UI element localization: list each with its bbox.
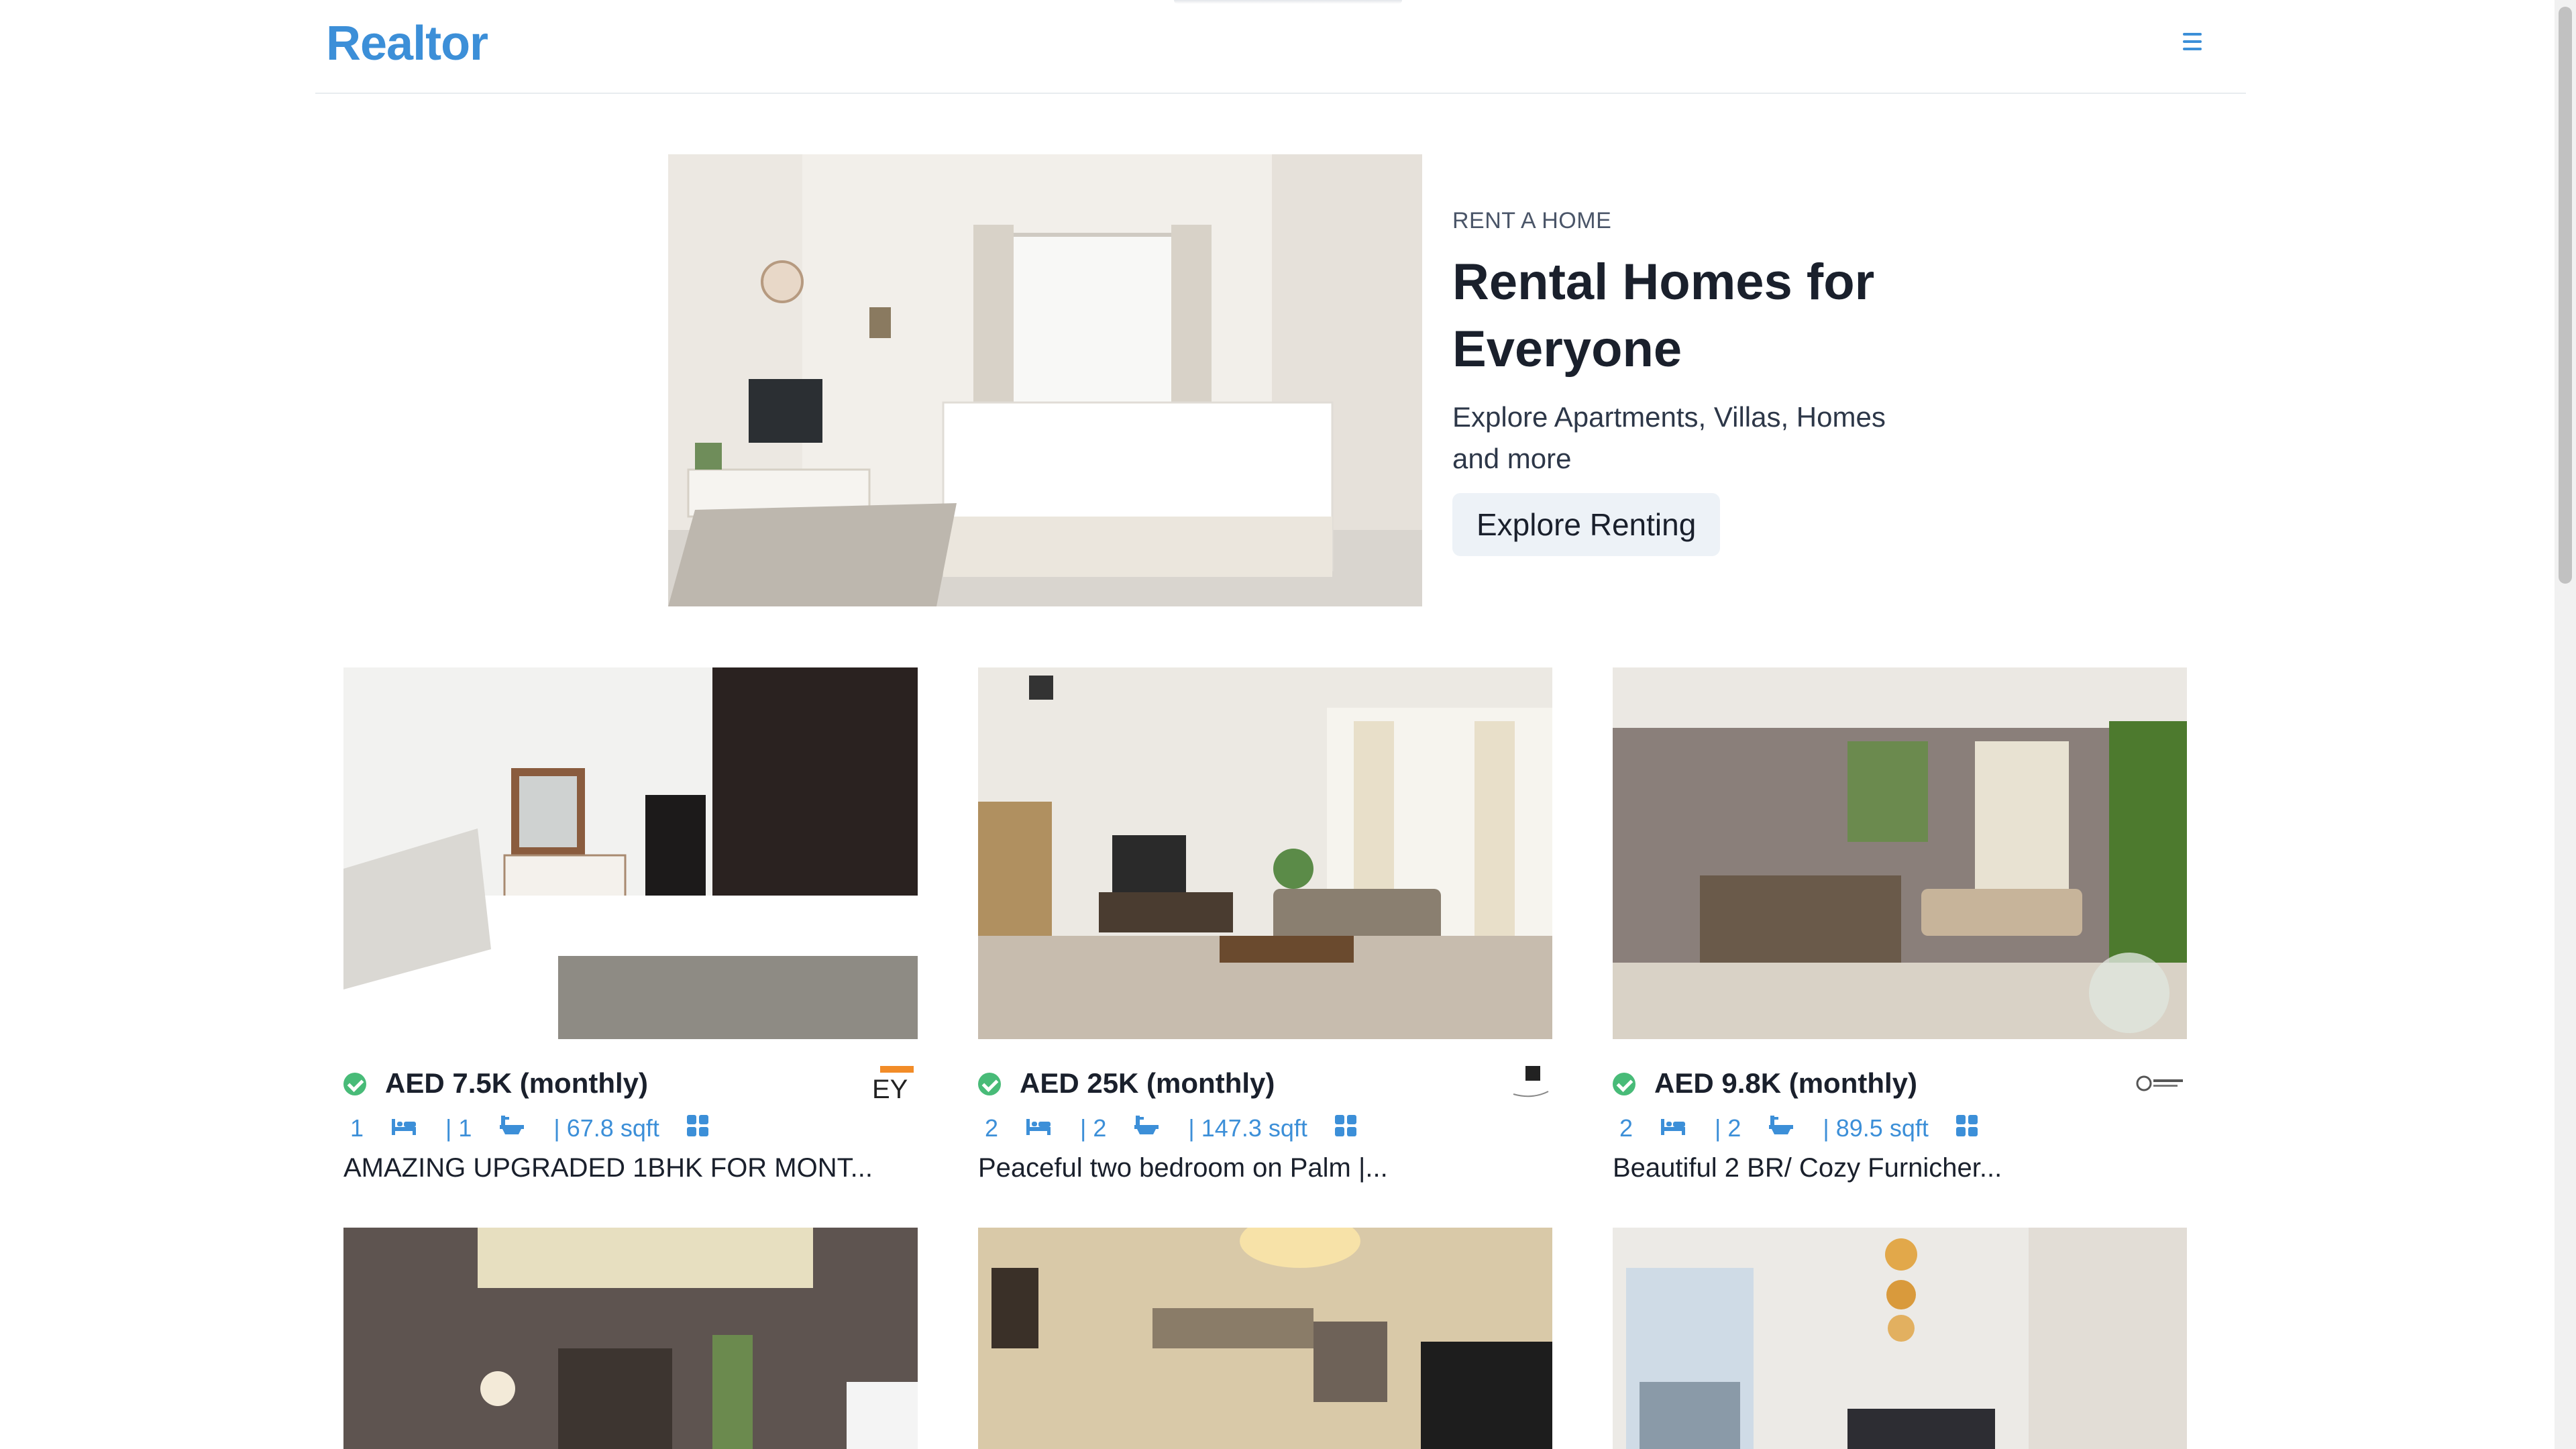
listing-price: AED 7.5K (monthly) — [385, 1067, 649, 1099]
listing-photo[interactable] — [343, 667, 918, 1039]
listing-card[interactable] — [1613, 1228, 2187, 1449]
agency-logo: EY — [864, 1065, 918, 1105]
listing-card[interactable]: AED 25K (monthly) 2 | 2 | 147.3 sqft Pea… — [978, 667, 1552, 1183]
baths-count: | 2 — [1080, 1114, 1107, 1142]
page-scrollbar[interactable] — [2555, 0, 2576, 1449]
hero-eyebrow: RENT A HOME — [1452, 208, 1612, 233]
scrollbar-thumb[interactable] — [2559, 7, 2572, 584]
listing-card[interactable]: AED 7.5K (monthly) EY 1 | 1 | 67.8 sqft … — [343, 667, 918, 1183]
listing-title[interactable]: AMAZING UPGRADED 1BHK FOR MONT... — [343, 1153, 918, 1183]
bed-icon — [390, 1114, 417, 1142]
grid-icon — [1955, 1114, 1978, 1143]
agency-logo-text: EY — [872, 1075, 908, 1104]
area-value: | 89.5 sqft — [1823, 1114, 1929, 1142]
logo[interactable]: Realtor — [326, 16, 488, 71]
rooms-count: 1 — [350, 1114, 364, 1142]
bed-icon — [1660, 1114, 1686, 1142]
bath-icon — [1768, 1114, 1794, 1143]
hero-subtitle: Explore Apartments, Villas, Homes and mo… — [1452, 401, 1886, 474]
listing-title[interactable]: Peaceful two bedroom on Palm |... — [978, 1153, 1552, 1183]
bath-icon — [1133, 1114, 1160, 1143]
top-edge-shadow — [1174, 0, 1402, 4]
listing-photo[interactable] — [1613, 667, 2187, 1039]
bed-icon — [1025, 1114, 1052, 1142]
agency-logo — [1499, 1065, 1552, 1105]
bath-icon — [498, 1114, 525, 1143]
grid-icon — [1334, 1114, 1357, 1143]
hero-image — [668, 154, 1422, 606]
listing-photo[interactable] — [978, 667, 1552, 1039]
living-room-photo[interactable] — [343, 1228, 918, 1449]
area-value: | 67.8 sqft — [553, 1114, 659, 1142]
verified-icon — [1613, 1073, 1635, 1095]
baths-count: | 2 — [1715, 1114, 1741, 1142]
living-room-photo[interactable] — [978, 1228, 1552, 1449]
baths-count: | 1 — [445, 1114, 472, 1142]
rooms-count: 2 — [985, 1114, 999, 1142]
grid-icon — [686, 1114, 709, 1143]
listing-card[interactable]: AED 9.8K (monthly) 2 | 2 | 89.5 sqft Bea… — [1613, 667, 2187, 1183]
bedroom-photo[interactable] — [1613, 1228, 2187, 1449]
area-value: | 147.3 sqft — [1188, 1114, 1307, 1142]
listing-card[interactable] — [978, 1228, 1552, 1449]
rooms-count: 2 — [1619, 1114, 1633, 1142]
verified-icon — [343, 1073, 366, 1095]
listing-card[interactable] — [343, 1228, 918, 1449]
agency-logo — [2133, 1065, 2187, 1105]
hero-title: Rental Homes for Everyone — [1452, 254, 1875, 378]
listing-price: AED 9.8K (monthly) — [1654, 1067, 1918, 1099]
top-navbar: Realtor — [315, 0, 2246, 94]
verified-icon — [978, 1073, 1001, 1095]
hero-text-block: RENT A HOME Rental Homes for Everyone Ex… — [1452, 208, 1922, 556]
listing-title[interactable]: Beautiful 2 BR/ Cozy Furnicher... — [1613, 1153, 2187, 1183]
listing-price: AED 25K (monthly) — [1020, 1067, 1275, 1099]
explore-renting-button[interactable]: Explore Renting — [1452, 493, 1721, 556]
hamburger-icon[interactable] — [2176, 28, 2208, 58]
